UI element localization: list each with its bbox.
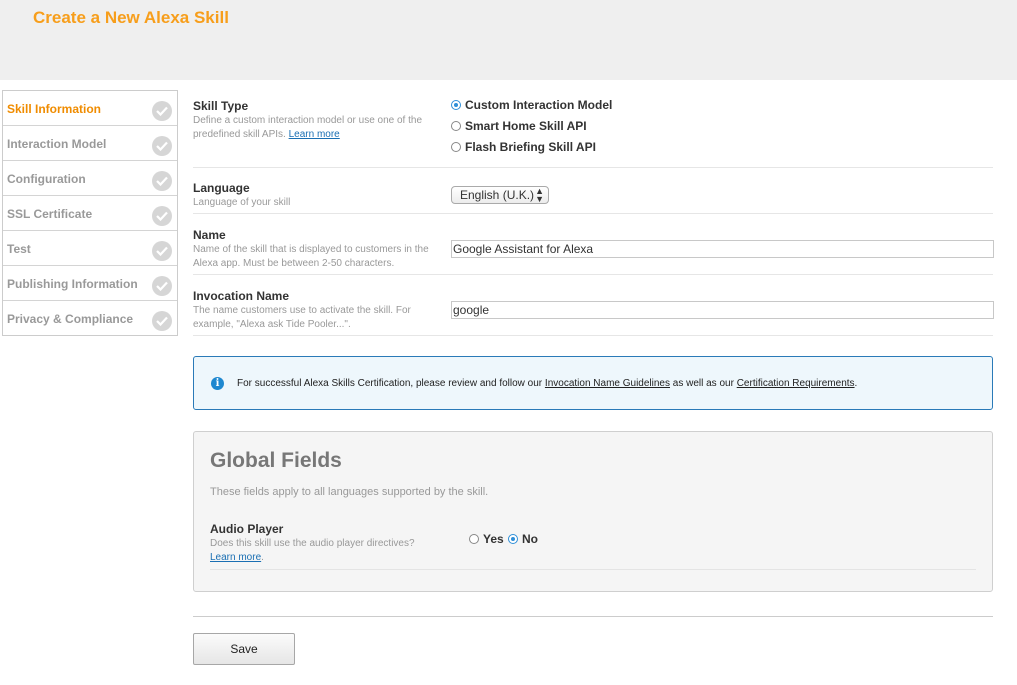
name-section: Name Name of the skill that is displayed… (193, 227, 994, 275)
global-fields-title: Global Fields (210, 449, 342, 472)
check-icon (152, 276, 172, 296)
info-icon: i (211, 377, 224, 390)
global-fields-panel: Global Fields These fields apply to all … (193, 431, 993, 592)
radio-smart-home-skill-api[interactable]: Smart Home Skill API (451, 119, 587, 135)
sidebar-item-ssl-certificate[interactable]: SSL Certificate (3, 196, 177, 231)
name-description: Name of the skill that is displayed to c… (193, 244, 429, 269)
sidebar-item-label: Test (7, 242, 31, 256)
language-select-value: English (U.K.) (460, 188, 535, 202)
audio-player-learn-more-link[interactable]: Learn more (210, 552, 261, 563)
radio-audio-yes[interactable]: Yes (469, 532, 504, 546)
sidebar-item-label: Publishing Information (7, 277, 138, 291)
language-select[interactable]: English (U.K.) ▲ ▼ (451, 186, 549, 204)
radio-flash-briefing-skill-api[interactable]: Flash Briefing Skill API (451, 140, 596, 156)
sidebar-item-label: SSL Certificate (7, 207, 93, 221)
skill-type-description: Define a custom interaction model or use… (193, 114, 443, 142)
sidebar-item-label: Privacy & Compliance (7, 312, 134, 326)
invocation-name-section: Invocation Name The name customers use t… (193, 288, 994, 336)
radio-audio-no[interactable]: No (508, 532, 538, 546)
sidebar-item-label: Skill Information (7, 102, 102, 116)
language-section: Language Language of your skill English … (193, 180, 993, 214)
radio-button[interactable] (451, 120, 461, 131)
sidebar-item-configuration[interactable]: Configuration (3, 161, 177, 196)
radio-label: Custom Interaction Model (465, 98, 613, 112)
audio-player-description-text: Does this skill use the audio player dir… (210, 538, 415, 549)
sidebar-nav: Skill Information Interaction Model Conf… (2, 90, 178, 336)
certification-info-box: i For successful Alexa Skills Certificat… (193, 356, 993, 410)
info-text-before: For successful Alexa Skills Certificatio… (237, 378, 545, 389)
check-icon (152, 171, 172, 191)
radio-button[interactable] (451, 141, 461, 152)
invocation-name-description: The name customers use to activate the s… (193, 305, 411, 330)
sidebar-item-test[interactable]: Test (3, 231, 177, 266)
info-text-middle: as well as our (670, 378, 737, 389)
radio-button[interactable] (451, 99, 461, 110)
language-description: Language of your skill (193, 197, 291, 208)
learn-more-link[interactable]: Learn more (289, 129, 340, 140)
radio-label: Flash Briefing Skill API (465, 140, 596, 154)
radio-label: No (522, 532, 538, 546)
skill-type-title: Skill Type (193, 99, 249, 113)
divider (210, 569, 976, 570)
skill-type-section: Skill Type Define a custom interaction m… (193, 98, 993, 168)
invocation-name-guidelines-link[interactable]: Invocation Name Guidelines (545, 378, 670, 389)
header-bar: Create a New Alexa Skill (0, 0, 1017, 80)
name-input[interactable] (451, 240, 994, 258)
sidebar-item-skill-information[interactable]: Skill Information (3, 91, 177, 126)
info-text-after: . (854, 378, 858, 389)
radio-label: Smart Home Skill API (465, 119, 587, 133)
radio-label: Yes (483, 532, 504, 546)
invocation-name-input[interactable] (451, 301, 994, 319)
sidebar-item-interaction-model[interactable]: Interaction Model (3, 126, 177, 161)
divider (193, 616, 993, 617)
select-arrows-icon: ▲ ▼ (535, 186, 544, 204)
sidebar-item-label: Interaction Model (7, 137, 107, 151)
save-button[interactable]: Save (193, 633, 295, 665)
audio-player-description: Does this skill use the audio player dir… (210, 537, 450, 565)
name-title: Name (193, 228, 226, 242)
sidebar-item-publishing-information[interactable]: Publishing Information (3, 266, 177, 301)
audio-player-title: Audio Player (210, 522, 284, 536)
invocation-name-title: Invocation Name (193, 289, 290, 303)
page-title: Create a New Alexa Skill (33, 8, 229, 27)
global-fields-subtitle: These fields apply to all languages supp… (210, 486, 489, 498)
sidebar-item-privacy-compliance[interactable]: Privacy & Compliance (3, 301, 177, 335)
certification-info-text: For successful Alexa Skills Certificatio… (237, 378, 857, 389)
radio-custom-interaction-model[interactable]: Custom Interaction Model (451, 98, 612, 114)
certification-requirements-link[interactable]: Certification Requirements (737, 378, 855, 389)
check-icon (152, 101, 172, 121)
check-icon (152, 311, 172, 331)
check-icon (152, 241, 172, 261)
check-icon (152, 206, 172, 226)
language-title: Language (193, 181, 250, 195)
sidebar-item-label: Configuration (7, 172, 86, 186)
radio-button[interactable] (469, 533, 479, 544)
audio-player-period: . (261, 552, 264, 563)
check-icon (152, 136, 172, 156)
radio-button[interactable] (508, 533, 518, 544)
